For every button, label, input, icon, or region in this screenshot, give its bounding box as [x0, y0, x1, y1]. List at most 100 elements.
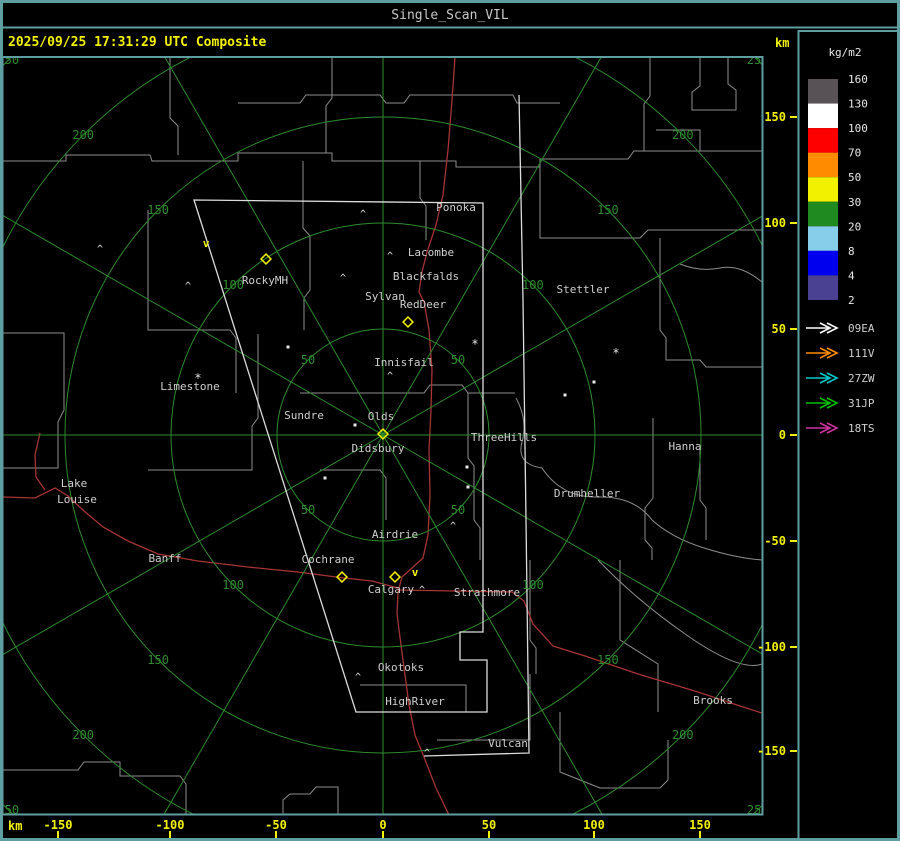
colorbar-swatch: [808, 275, 838, 300]
city-label: Hanna: [668, 440, 701, 453]
y-tick-label: 50: [772, 322, 786, 336]
y-tick-label: -150: [757, 744, 786, 758]
ring-distance-label: 200: [72, 728, 94, 742]
yellow-check-marker: v: [412, 566, 419, 579]
radar-site-id: 27ZW: [848, 372, 875, 385]
town-caret-marker: ^: [387, 371, 393, 382]
city-label: Calgary: [368, 583, 415, 596]
city-label: RedDeer: [400, 298, 447, 311]
ring-distance-label: 100: [522, 278, 544, 292]
y-tick-label: -100: [757, 640, 786, 654]
x-tick-label: -100: [156, 818, 185, 832]
ring-distance-label: 50: [301, 353, 315, 367]
radar-site-id: 18TS: [848, 422, 875, 435]
radar-site-id: 31JP: [848, 397, 875, 410]
city-label: Sundre: [284, 409, 324, 422]
x-tick-label: 50: [482, 818, 496, 832]
town-caret-marker: ^: [355, 672, 361, 683]
town-caret-marker: ^: [424, 748, 430, 759]
x-tick-label: 150: [689, 818, 711, 832]
ring-distance-label: 50: [301, 503, 315, 517]
town-caret-marker: ^: [450, 521, 456, 532]
town-dot-marker: [353, 423, 357, 427]
x-axis-unit: km: [8, 819, 22, 833]
y-axis-unit: km: [775, 36, 789, 50]
city-label: Cochrane: [302, 553, 355, 566]
town-star-marker: *: [471, 337, 478, 351]
colorbar-level-label: 4: [848, 269, 855, 282]
town-caret-marker: ^: [387, 251, 393, 262]
colorbar-swatch: [808, 103, 838, 129]
ring-distance-label: 150: [147, 653, 169, 667]
city-label: Blackfalds: [393, 270, 459, 283]
y-tick-label: 0: [779, 428, 786, 442]
city-label: Louise: [57, 493, 97, 506]
colorbar-title: kg/m2: [828, 46, 861, 59]
ring-distance-label: 50: [451, 353, 465, 367]
city-label: Okotoks: [378, 661, 424, 674]
colorbar-level-label: 160: [848, 73, 868, 86]
town-dot-marker: [563, 393, 567, 397]
colorbar-swatch: [808, 250, 838, 276]
town-star-marker: *: [612, 346, 619, 360]
radar-site-id: 111V: [848, 347, 875, 360]
radar-site-id: 09EA: [848, 322, 875, 335]
town-caret-marker: ^: [419, 585, 425, 596]
city-label: Didsbury: [352, 442, 405, 455]
town-dot-marker: [286, 345, 290, 349]
city-label: Banff: [148, 552, 181, 565]
colorbar-swatch: [808, 152, 838, 178]
ring-distance-label: 100: [222, 278, 244, 292]
colorbar-swatch: [808, 226, 838, 251]
colorbar-level-label: 50: [848, 171, 861, 184]
city-label: Stettler: [557, 283, 610, 296]
colorbar-level-label: 100: [848, 122, 868, 135]
colorbar-level-label: 20: [848, 220, 861, 233]
colorbar-swatch: [808, 201, 838, 227]
window-title: Single_Scan_VIL: [391, 8, 509, 23]
y-tick-label: 150: [764, 110, 786, 124]
y-tick-label: 100: [764, 216, 786, 230]
vil-radar-display: 50 5050 50100 100100 100150 150150 150200 20020…: [0, 0, 900, 841]
x-tick-label: -150: [44, 818, 73, 832]
town-caret-marker: ^: [340, 273, 346, 284]
ring-distance-label: 200: [672, 728, 694, 742]
colorbar-level-label: 30: [848, 196, 861, 209]
city-label: Limestone: [160, 380, 220, 393]
colorbar-swatch: [808, 79, 838, 104]
colorbar-level-label: 2: [848, 294, 855, 307]
city-label: Lake: [61, 477, 88, 490]
town-caret-marker: ^: [185, 281, 191, 292]
city-label: ThreeHills: [471, 431, 537, 444]
x-tick-label: 0: [379, 818, 386, 832]
ring-distance-label: 200: [672, 128, 694, 142]
town-dot-marker: [465, 465, 469, 469]
ring-distance-label: 150: [597, 203, 619, 217]
city-label: Brooks: [693, 694, 733, 707]
city-label: Strathmore: [454, 586, 520, 599]
yellow-check-marker: v: [203, 237, 210, 250]
y-tick-label: -50: [764, 534, 786, 548]
colorbar-level-label: 130: [848, 98, 868, 111]
colorbar-swatch: [808, 177, 838, 202]
city-label: HighRiver: [385, 695, 445, 708]
town-caret-marker: ^: [97, 244, 103, 255]
city-label: Airdrie: [372, 528, 418, 541]
ring-distance-label: 150: [597, 653, 619, 667]
colorbar-swatch: [808, 128, 838, 153]
town-dot-marker: [592, 380, 596, 384]
scan-timestamp: 2025/09/25 17:31:29 UTC Composite: [8, 35, 266, 50]
city-label: Ponoka: [436, 201, 476, 214]
town-star-marker: *: [194, 371, 201, 385]
town-dot-marker: [323, 476, 327, 480]
city-label: Lacombe: [408, 246, 454, 259]
ring-distance-label: 100: [222, 578, 244, 592]
x-tick-label: 100: [583, 818, 605, 832]
city-label: Olds: [368, 410, 395, 423]
city-label: Innisfail: [374, 356, 434, 369]
city-label: Drumheller: [554, 487, 621, 500]
x-tick-label: -50: [265, 818, 287, 832]
ring-distance-label: 150: [147, 203, 169, 217]
colorbar-level-label: 70: [848, 147, 861, 160]
ring-distance-label: 200: [72, 128, 94, 142]
